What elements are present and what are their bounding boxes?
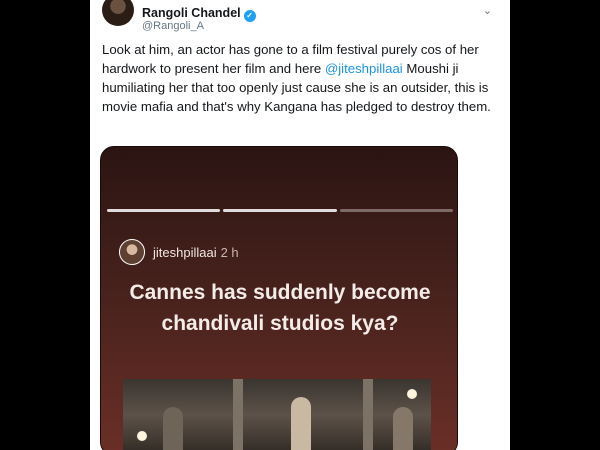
photo-light [137,431,147,441]
photo-figure [291,397,311,450]
story-avatar [119,239,145,265]
story-username: jiteshpillaai [153,245,217,260]
chevron-down-icon[interactable]: ⌄ [483,4,492,17]
avatar[interactable] [102,0,134,26]
story-caption: Cannes has suddenly become chandivali st… [129,281,431,335]
embedded-story-image[interactable]: jiteshpillaai 2 h Cannes has suddenly bec… [100,146,458,450]
photo-pillar [363,379,373,450]
photo-figure [163,407,183,450]
tweet-header: Rangoli Chandel ✓ @Rangoli_A ⌄ [102,0,500,32]
verified-badge-icon: ✓ [243,10,256,22]
photo-pillar [233,379,243,450]
story-time: 2 h [220,245,239,260]
story-photo [123,379,431,450]
author-handle[interactable]: @Rangoli_A [142,20,204,32]
story-progress-segment [223,209,337,212]
mention-link[interactable]: @jiteshpillaai [325,61,403,76]
tweet-card: Rangoli Chandel ✓ @Rangoli_A ⌄ Look at hi… [90,0,510,450]
tweet-text: Look at him, an actor has gone to a film… [102,40,500,116]
photo-light [407,389,417,399]
story-progress-bars [107,209,453,212]
author-name[interactable]: Rangoli Chandel [142,6,241,20]
story-progress-segment [339,209,453,212]
photo-figure [393,407,413,450]
story-username-line: jiteshpillaai 2 h [153,245,239,260]
story-progress-segment [107,209,221,212]
